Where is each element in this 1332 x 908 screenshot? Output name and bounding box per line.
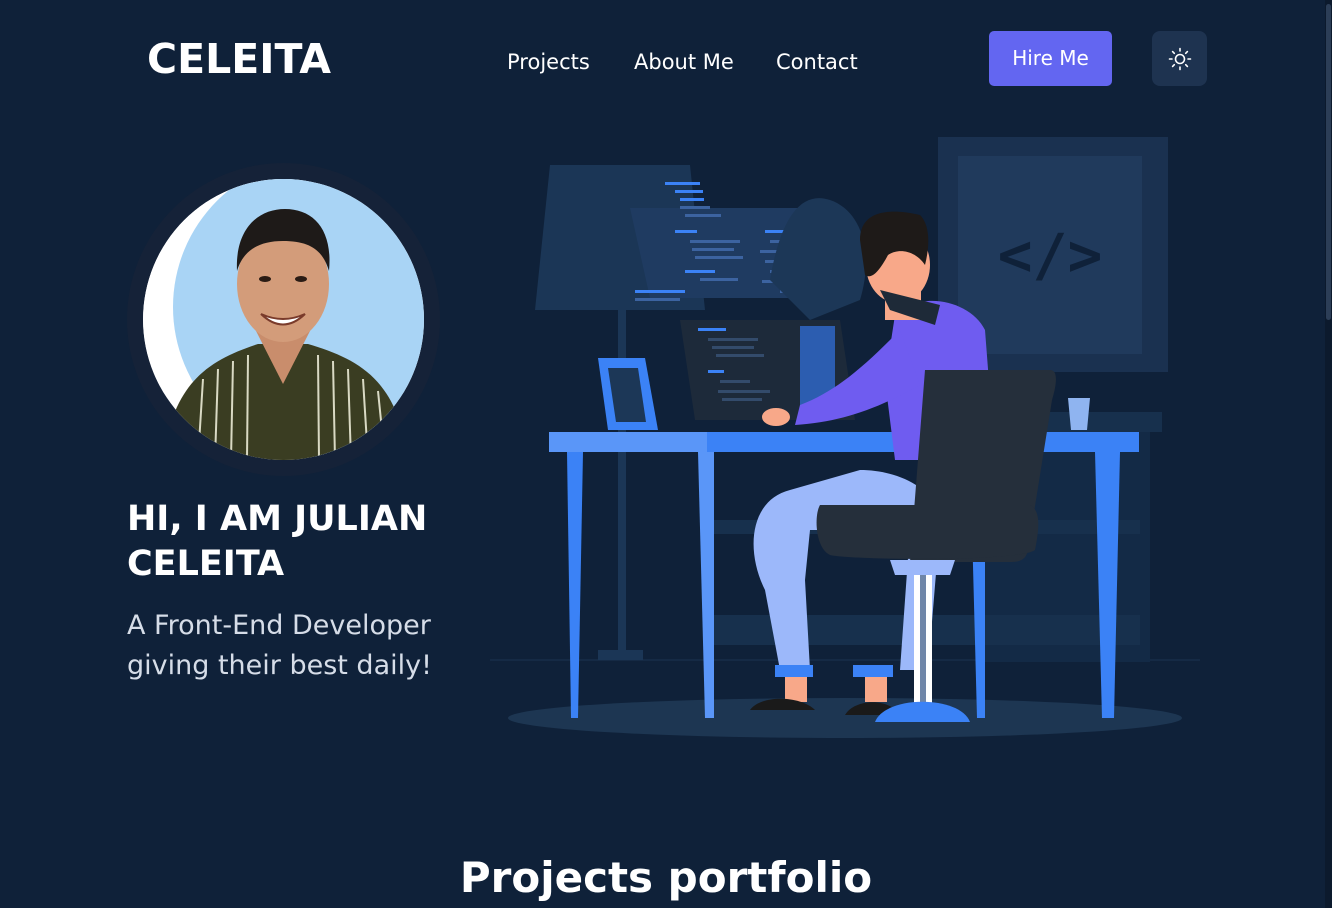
page: CELEITA Projects About Me Contact Hire M… <box>0 0 1332 908</box>
nav-link-projects[interactable]: Projects <box>507 46 590 78</box>
code-symbol: </> <box>998 221 1103 289</box>
projects-section-title: Projects portfolio <box>459 853 873 902</box>
theme-toggle-button[interactable] <box>1152 31 1207 86</box>
hero-title: HI, I AM JULIAN CELEITA <box>127 499 428 584</box>
page-scrollbar[interactable] <box>1325 0 1332 908</box>
profile-avatar <box>127 163 440 476</box>
nav-link-about-me[interactable]: About Me <box>634 46 734 78</box>
developer-illustration: </> <box>480 130 1210 754</box>
profile-photo <box>143 179 424 460</box>
nav-link-contact[interactable]: Contact <box>776 46 858 78</box>
site-logo[interactable]: CELEITA <box>147 34 331 84</box>
scrollbar-thumb[interactable] <box>1326 4 1331 320</box>
hire-me-button[interactable]: Hire Me <box>989 31 1112 86</box>
hero-subtitle: A Front-End Developer giving their best … <box>127 610 432 681</box>
sun-icon <box>1168 47 1191 70</box>
